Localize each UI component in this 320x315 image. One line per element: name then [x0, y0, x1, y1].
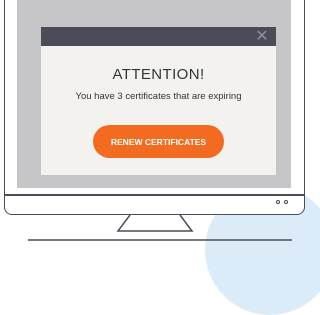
- monitor-indicator-dots: [276, 200, 288, 204]
- attention-dialog: ✕ ATTENTION! You have 3 certificates tha…: [41, 27, 276, 175]
- indicator-dot: [276, 200, 280, 204]
- indicator-dot: [284, 200, 288, 204]
- close-icon[interactable]: ✕: [254, 29, 270, 45]
- renew-certificates-button[interactable]: RENEW CERTIFICATES: [93, 125, 224, 158]
- dialog-title: ATTENTION!: [112, 66, 205, 83]
- monitor-bezel-divider: [5, 194, 304, 196]
- dialog-message: You have 3 certificates that are expirin…: [75, 91, 242, 102]
- dialog-titlebar: ✕: [41, 27, 276, 46]
